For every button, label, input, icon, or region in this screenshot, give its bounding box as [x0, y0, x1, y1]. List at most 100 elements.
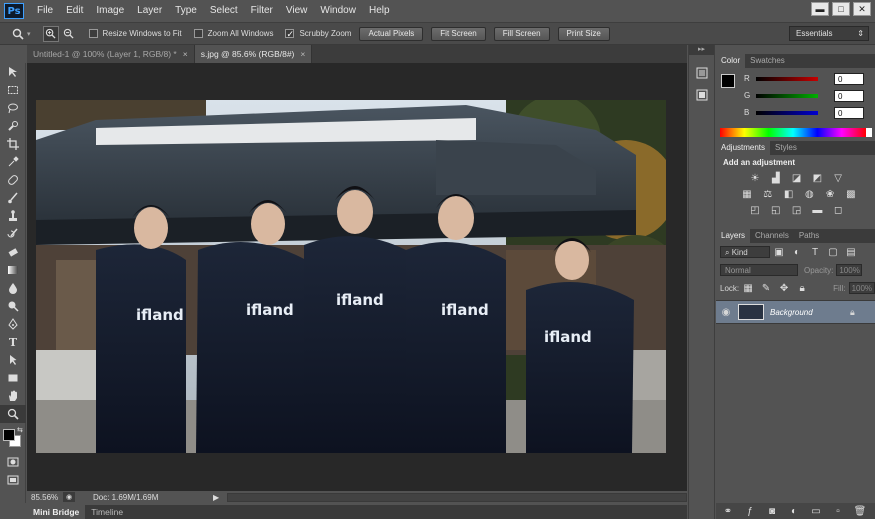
- rectangle-tool-icon[interactable]: [0, 369, 26, 387]
- blend-mode-select[interactable]: Normal: [720, 264, 798, 276]
- opacity-input[interactable]: 100%: [836, 264, 863, 276]
- eraser-tool-icon[interactable]: [0, 243, 26, 261]
- blue-slider[interactable]: [756, 110, 818, 115]
- lock-all-icon[interactable]: 🔒︎: [795, 282, 809, 294]
- threshold-icon[interactable]: ◲: [790, 204, 804, 216]
- adjustment-filter-icon[interactable]: ◐: [790, 246, 804, 258]
- lock-pixels-icon[interactable]: ✎: [759, 282, 773, 294]
- tab-color[interactable]: Color: [716, 54, 746, 68]
- delete-layer-icon[interactable]: 🗑︎: [853, 505, 867, 517]
- restore-button[interactable]: □: [832, 2, 850, 16]
- hue-saturation-icon[interactable]: ▦: [740, 188, 754, 200]
- levels-icon[interactable]: ▟: [769, 172, 783, 184]
- color-balance-icon[interactable]: ⚖: [761, 188, 775, 200]
- black-white-icon[interactable]: ◧: [782, 188, 796, 200]
- tool-preset-chevron-icon[interactable]: ▾: [27, 30, 31, 38]
- marquee-tool-icon[interactable]: [0, 81, 26, 99]
- foreground-color-swatch[interactable]: [3, 429, 15, 441]
- exposure-icon[interactable]: ◩: [810, 172, 824, 184]
- selective-color-icon[interactable]: ◻: [831, 204, 845, 216]
- zoom-tool-icon[interactable]: [10, 26, 26, 42]
- tab-mini-bridge[interactable]: Mini Bridge: [27, 505, 86, 519]
- zoom-out-icon[interactable]: [61, 26, 77, 42]
- minimize-button[interactable]: ▬: [811, 2, 829, 16]
- menu-edit[interactable]: Edit: [61, 0, 91, 22]
- tab-paths[interactable]: Paths: [794, 229, 824, 243]
- red-slider[interactable]: [756, 76, 818, 81]
- menu-layer[interactable]: Layer: [132, 0, 170, 22]
- clone-stamp-tool-icon[interactable]: [0, 207, 26, 225]
- tab-swatches[interactable]: Swatches: [745, 54, 790, 68]
- history-panel-icon[interactable]: [694, 65, 710, 81]
- invert-icon[interactable]: ◰: [748, 204, 762, 216]
- menu-image[interactable]: Image: [91, 0, 132, 22]
- horizontal-scrollbar[interactable]: [227, 492, 687, 502]
- fit-screen-button[interactable]: Fit Screen: [431, 26, 486, 41]
- close-tab-icon[interactable]: ×: [300, 45, 305, 63]
- new-adjustment-icon[interactable]: ◐: [787, 505, 801, 517]
- green-value-input[interactable]: 0: [834, 89, 864, 102]
- layer-name[interactable]: Background: [770, 308, 850, 317]
- tab-styles[interactable]: Styles: [770, 141, 802, 155]
- menu-file[interactable]: File: [32, 0, 61, 22]
- tab-s-jpg[interactable]: s.jpg @ 85.6% (RGB/8#) ×: [194, 45, 313, 63]
- type-filter-icon[interactable]: T: [808, 246, 822, 258]
- menu-select[interactable]: Select: [205, 0, 246, 22]
- workspace-switcher[interactable]: Essentials ⇕: [789, 26, 869, 41]
- menu-view[interactable]: View: [281, 0, 316, 22]
- menu-help[interactable]: Help: [364, 0, 398, 22]
- link-layers-icon[interactable]: ⚭: [721, 505, 735, 517]
- white-swatch[interactable]: [866, 128, 872, 137]
- zoom-tool-icon[interactable]: [0, 405, 26, 423]
- zoom-in-icon[interactable]: [42, 25, 59, 42]
- menu-window[interactable]: Window: [315, 0, 364, 22]
- path-selection-tool-icon[interactable]: [0, 351, 26, 369]
- close-tab-icon[interactable]: ×: [183, 45, 188, 63]
- photo-filter-icon[interactable]: ◍: [802, 188, 816, 200]
- healing-brush-tool-icon[interactable]: [0, 171, 26, 189]
- color-lookup-icon[interactable]: ▩: [844, 188, 858, 200]
- status-arrow-icon[interactable]: ▶: [213, 493, 219, 502]
- pixel-filter-icon[interactable]: ▣: [772, 246, 786, 258]
- layer-row[interactable]: ◉ Background 🔒︎: [716, 300, 875, 324]
- fill-screen-button[interactable]: Fill Screen: [493, 26, 550, 41]
- fx-icon[interactable]: ƒ: [743, 505, 757, 517]
- new-layer-icon[interactable]: ▫: [831, 505, 845, 517]
- strip-grip[interactable]: ▸▸: [689, 45, 714, 55]
- brush-tool-icon[interactable]: [0, 189, 26, 207]
- properties-panel-icon[interactable]: [694, 87, 710, 103]
- quick-selection-tool-icon[interactable]: [0, 117, 26, 135]
- resize-windows-checkbox[interactable]: Resize Windows to Fit: [88, 29, 182, 38]
- foreground-color-swatch[interactable]: [721, 74, 735, 88]
- tab-channels[interactable]: Channels: [750, 229, 794, 243]
- vibrance-icon[interactable]: ▽: [831, 172, 845, 184]
- gradient-tool-icon[interactable]: [0, 261, 26, 279]
- crop-tool-icon[interactable]: [0, 135, 26, 153]
- blur-tool-icon[interactable]: [0, 279, 26, 297]
- screen-mode-icon[interactable]: [0, 471, 26, 489]
- red-value-input[interactable]: 0: [834, 72, 864, 85]
- smart-object-filter-icon[interactable]: ▤: [844, 246, 858, 258]
- lock-position-icon[interactable]: ✥: [777, 282, 791, 294]
- blue-value-input[interactable]: 0: [834, 106, 864, 119]
- foreground-background-color-swatch[interactable]: ⇆: [0, 423, 26, 453]
- channel-mixer-icon[interactable]: ❀: [823, 188, 837, 200]
- type-tool-icon[interactable]: T: [0, 333, 26, 351]
- color-spectrum-bar[interactable]: [720, 128, 866, 137]
- hand-tool-icon[interactable]: [0, 387, 26, 405]
- tab-adjustments[interactable]: Adjustments: [716, 141, 771, 155]
- move-tool-icon[interactable]: [0, 63, 26, 81]
- tab-layers[interactable]: Layers: [716, 229, 751, 243]
- lasso-tool-icon[interactable]: [0, 99, 26, 117]
- brightness-icon[interactable]: ☀: [748, 172, 762, 184]
- lock-transparent-icon[interactable]: ▦: [741, 282, 755, 294]
- zoom-level[interactable]: 85.56%: [27, 493, 61, 502]
- actual-pixels-button[interactable]: Actual Pixels: [359, 26, 424, 41]
- menu-type[interactable]: Type: [170, 0, 205, 22]
- swap-colors-icon[interactable]: ⇆: [17, 426, 23, 434]
- document-photo[interactable]: ifland ifland ifland ifland ifland: [36, 100, 666, 453]
- zoom-all-windows-checkbox[interactable]: Zoom All Windows: [193, 29, 273, 38]
- kind-filter-select[interactable]: ⌕ Kind: [720, 246, 770, 258]
- eye-icon[interactable]: ◉: [716, 307, 736, 318]
- add-mask-icon[interactable]: ◙: [765, 505, 779, 517]
